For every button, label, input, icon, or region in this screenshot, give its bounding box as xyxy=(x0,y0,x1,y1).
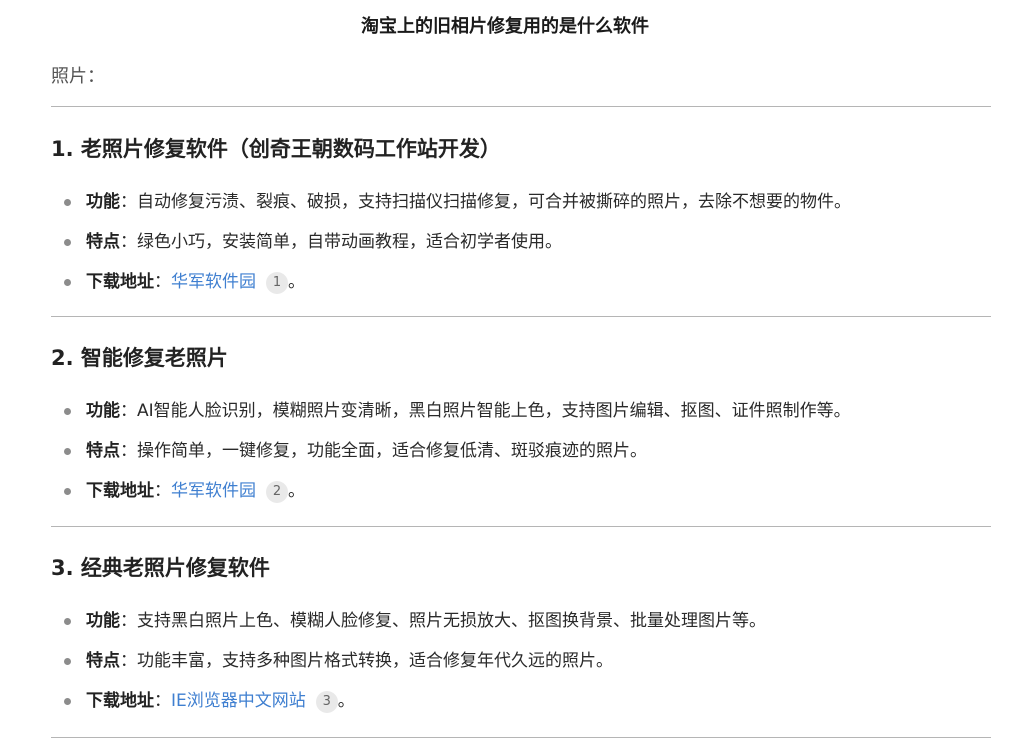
citation-badge[interactable]: 1 xyxy=(266,272,288,294)
label-separator: ： xyxy=(154,691,171,711)
list-item: 特点：功能丰富，支持多种图片格式转换，适合修复年代久远的照片。 xyxy=(51,641,766,681)
list-item: 功能：AI智能人脸识别，模糊照片变清晰，黑白照片智能上色，支持图片编辑、抠图、证… xyxy=(51,391,851,431)
item-end: 。 xyxy=(288,272,305,292)
section-heading: 2. 智能修复老照片 xyxy=(51,346,228,370)
section-heading: 1. 老照片修复软件（创奇王朝数码工作站开发） xyxy=(51,137,501,161)
item-text: 功能丰富，支持多种图片格式转换，适合修复年代久远的照片。 xyxy=(137,651,613,671)
item-text: 自动修复污渍、裂痕、破损，支持扫描仪扫描修复，可合并被撕碎的照片，去除不想要的物… xyxy=(137,192,851,212)
item-label: 特点 xyxy=(86,232,120,252)
label-separator: ： xyxy=(120,441,137,461)
bullet-icon xyxy=(64,279,71,286)
item-end: 。 xyxy=(288,481,305,501)
label-separator: ： xyxy=(120,192,137,212)
item-label: 功能 xyxy=(86,401,120,421)
bullet-icon xyxy=(64,239,71,246)
feature-list: 功能：AI智能人脸识别，模糊照片变清晰，黑白照片智能上色，支持图片编辑、抠图、证… xyxy=(51,391,851,511)
item-label: 功能 xyxy=(86,611,120,631)
bullet-icon xyxy=(64,698,71,705)
list-item: 特点：绿色小巧，安装简单，自带动画教程，适合初学者使用。 xyxy=(51,222,851,262)
item-text: AI智能人脸识别，模糊照片变清晰，黑白照片智能上色，支持图片编辑、抠图、证件照制… xyxy=(137,401,851,421)
divider xyxy=(51,737,991,738)
intro-text: 照片： xyxy=(51,66,105,87)
bullet-icon xyxy=(64,448,71,455)
item-text: 绿色小巧，安装简单，自带动画教程，适合初学者使用。 xyxy=(137,232,562,252)
download-link[interactable]: 华军软件园 xyxy=(171,272,256,292)
divider xyxy=(51,106,991,107)
list-item: 下载地址：华军软件园 1。 xyxy=(51,262,851,302)
item-label: 功能 xyxy=(86,192,120,212)
citation-badge[interactable]: 3 xyxy=(315,691,338,713)
item-label: 特点 xyxy=(86,441,120,461)
list-item: 功能：自动修复污渍、裂痕、破损，支持扫描仪扫描修复，可合并被撕碎的照片，去除不想… xyxy=(51,182,851,222)
item-text: 操作简单，一键修复，功能全面，适合修复低清、斑驳痕迹的照片。 xyxy=(137,441,647,461)
bullet-icon xyxy=(64,408,71,415)
label-separator: ： xyxy=(120,651,137,671)
section-1: 1. 老照片修复软件（创奇王朝数码工作站开发） 功能：自动修复污渍、裂痕、破损，… xyxy=(51,134,1011,294)
bullet-icon xyxy=(64,488,71,495)
label-separator: ： xyxy=(120,401,137,421)
download-link[interactable]: IE浏览器中文网站 xyxy=(171,691,306,711)
label-separator: ： xyxy=(154,481,171,501)
section-2: 2. 智能修复老照片 功能：AI智能人脸识别，模糊照片变清晰，黑白照片智能上色，… xyxy=(51,343,1011,503)
item-end: 。 xyxy=(337,691,355,711)
feature-list: 功能：自动修复污渍、裂痕、破损，支持扫描仪扫描修复，可合并被撕碎的照片，去除不想… xyxy=(51,182,851,302)
list-item: 特点：操作简单，一键修复，功能全面，适合修复低清、斑驳痕迹的照片。 xyxy=(51,431,851,471)
label-separator: ： xyxy=(120,232,137,252)
divider xyxy=(51,526,991,527)
citation-badge[interactable]: 2 xyxy=(266,481,288,503)
section-heading: 3. 经典老照片修复软件 xyxy=(51,556,270,580)
section-3: 3. 经典老照片修复软件 功能：支持黑白照片上色、模糊人脸修复、照片无损放大、抠… xyxy=(51,553,1011,713)
bullet-icon xyxy=(64,199,71,206)
bullet-icon xyxy=(64,618,71,625)
bullet-icon xyxy=(64,658,71,665)
download-link[interactable]: 华军软件园 xyxy=(171,481,256,501)
list-item: 下载地址：华军软件园 2。 xyxy=(51,471,851,511)
list-item: 功能：支持黑白照片上色、模糊人脸修复、照片无损放大、抠图换背景、批量处理图片等。 xyxy=(51,601,766,641)
label-separator: ： xyxy=(154,272,171,292)
item-label: 下载地址 xyxy=(86,272,154,292)
list-item: 下载地址：IE浏览器中文网站 3。 xyxy=(51,681,766,721)
item-label: 下载地址 xyxy=(86,691,154,711)
feature-list: 功能：支持黑白照片上色、模糊人脸修复、照片无损放大、抠图换背景、批量处理图片等。… xyxy=(51,601,766,721)
item-text: 支持黑白照片上色、模糊人脸修复、照片无损放大、抠图换背景、批量处理图片等。 xyxy=(137,611,766,631)
page-title: 淘宝上的旧相片修复用的是什么软件 xyxy=(361,16,649,37)
item-label: 下载地址 xyxy=(86,481,154,501)
item-label: 特点 xyxy=(86,651,120,671)
divider xyxy=(51,316,991,317)
label-separator: ： xyxy=(120,611,137,631)
